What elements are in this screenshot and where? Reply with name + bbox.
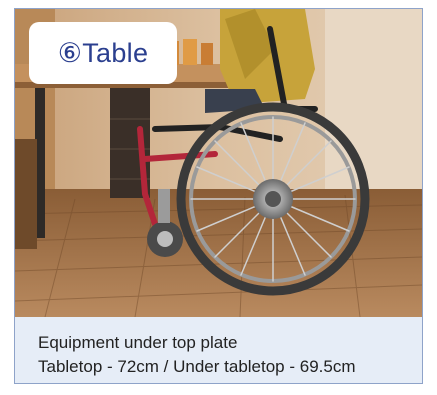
wheel [176,102,370,296]
section-badge: ⑥Table [29,22,177,84]
info-card: ⑥Table Equipment under top plate Tableto… [14,8,423,384]
caption: Equipment under top plate Tabletop - 72c… [38,331,356,379]
caption-line-heights: Tabletop - 72cm / Under tabletop - 69.5c… [38,357,356,376]
caption-line-equipment: Equipment under top plate [38,333,238,352]
